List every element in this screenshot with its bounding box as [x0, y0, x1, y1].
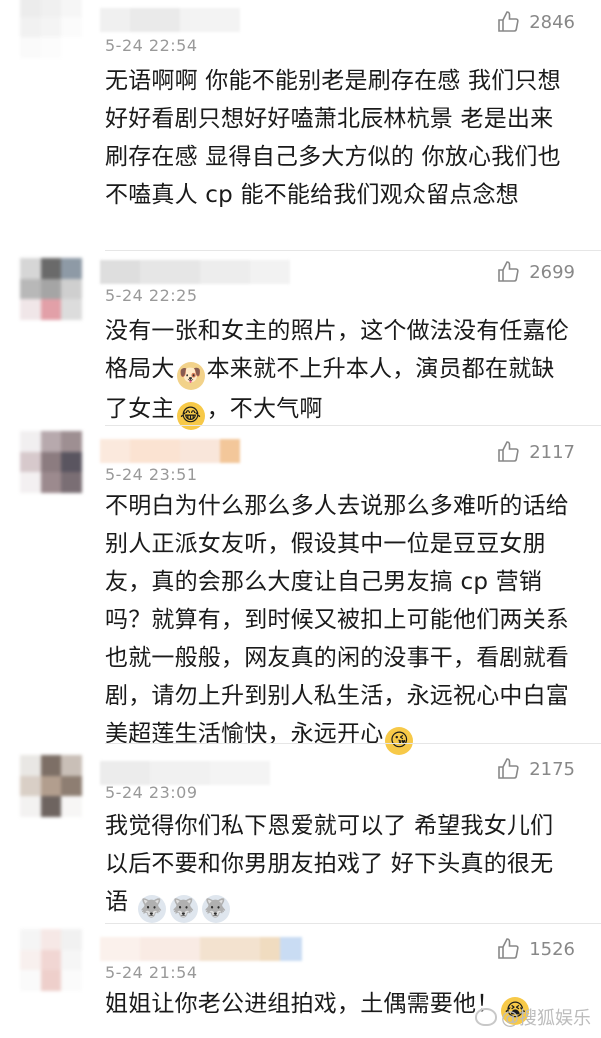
comment-timestamp: 5-24 22:54 — [105, 36, 198, 55]
username-blurred[interactable] — [100, 937, 302, 961]
avatar[interactable] — [20, 755, 82, 817]
comment-text: 无语啊啊 你能不能别老是刷存在感 我们只想好好看剧只想好好嗑萧北辰林杭景 老是出… — [105, 68, 561, 208]
comment-text-part: 姐姐让你老公进组拍戏，土偶需要他！ — [105, 991, 500, 1017]
comment-item: 2117 5-24 23:51 不明白为什么那么多人去说那么多难听的话给别人正派… — [0, 425, 601, 755]
like-count: 2117 — [529, 441, 575, 463]
like-button[interactable]: 2117 — [497, 440, 575, 464]
thumbs-up-icon — [498, 441, 519, 462]
doge-emoji: 🐶 — [176, 362, 205, 390]
avatar[interactable] — [20, 258, 82, 320]
comment-text: 不明白为什么那么多人去说那么多难听的话给别人正派女友听，假设其中一位是豆豆女朋友… — [105, 487, 575, 755]
username-blurred[interactable] — [100, 260, 290, 284]
comment-timestamp: 5-24 22:25 — [105, 286, 198, 305]
comment-timestamp: 5-24 21:54 — [105, 963, 198, 982]
comment-item: 2175 5-24 23:09 我觉得你们私下恩爱就可以了 希望我女儿们以后不要… — [0, 743, 601, 923]
thumbs-up-icon — [498, 938, 519, 959]
comment-item: 2699 5-24 22:25 没有一张和女主的照片，这个做法没有任嘉伦格局大 🐶… — [0, 250, 601, 430]
watermark-text: @搜狐娱乐 — [501, 1008, 591, 1029]
like-count: 2175 — [529, 758, 575, 780]
comment-timestamp: 5-24 23:09 — [105, 783, 198, 802]
husky-emoji: 🐺 — [169, 895, 198, 923]
comment-text-part: 不明白为什么那么多人去说那么多难听的话给别人正派女友听，假设其中一位是豆豆女朋友… — [105, 493, 569, 747]
username-blurred[interactable] — [100, 761, 270, 785]
username-blurred[interactable] — [100, 439, 240, 463]
like-button[interactable]: 2699 — [497, 260, 575, 284]
thumbs-up-icon — [498, 11, 519, 32]
husky-emoji: 🐺 — [137, 895, 166, 923]
watermark: @搜狐娱乐 — [475, 1004, 591, 1030]
like-count: 1526 — [529, 938, 575, 960]
avatar[interactable] — [20, 929, 82, 991]
avatar[interactable] — [20, 431, 82, 493]
like-button[interactable]: 2175 — [497, 757, 575, 781]
avatar[interactable] — [20, 0, 82, 58]
husky-emoji: 🐺 — [201, 895, 230, 923]
thumbs-up-icon — [498, 261, 519, 282]
comment-text: 我觉得你们私下恩爱就可以了 希望我女儿们以后不要和你男朋友拍戏了 好下头真的很无… — [105, 807, 575, 923]
thumbs-up-icon — [498, 758, 519, 779]
like-count: 2699 — [529, 261, 575, 283]
comment-text: 没有一张和女主的照片，这个做法没有任嘉伦格局大 🐶 本来就不上升本人，演员都在就缺了… — [105, 312, 575, 430]
comment-item: 2846 5-24 22:54 无语啊啊 你能不能别老是刷存在感 我们只想好好看… — [0, 0, 601, 250]
comment-text-part: ，不大气啊 — [206, 396, 323, 422]
comment-timestamp: 5-24 23:51 — [105, 465, 198, 484]
weibo-logo-icon — [475, 1008, 497, 1026]
like-button[interactable]: 2846 — [497, 10, 575, 34]
username-blurred[interactable] — [100, 8, 240, 32]
like-count: 2846 — [529, 11, 575, 33]
like-button[interactable]: 1526 — [497, 937, 575, 961]
